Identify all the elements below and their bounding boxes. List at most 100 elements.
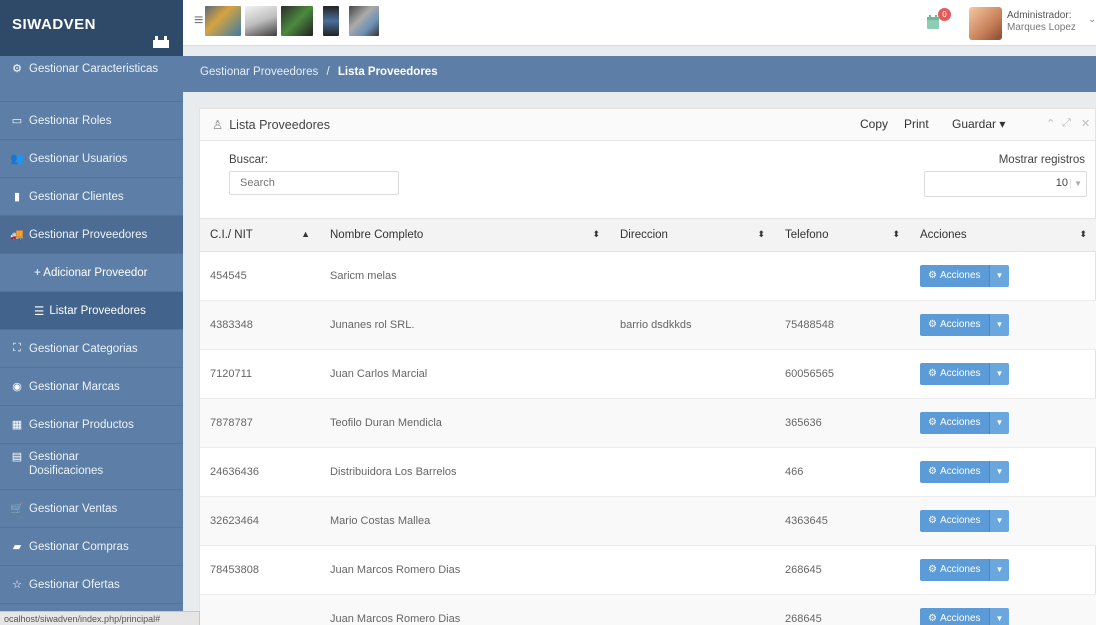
acciones-main[interactable]: ⚙ Acciones: [920, 412, 989, 434]
list-icon: ☰: [34, 305, 45, 318]
caret-down-icon[interactable]: ▼: [988, 559, 1010, 581]
tag-icon: ◉: [12, 381, 22, 393]
column-header-label: Direccion: [620, 229, 668, 241]
acciones-button[interactable]: ⚙ Acciones ▼: [920, 461, 1010, 483]
caret-down-icon[interactable]: ▼: [988, 265, 1010, 287]
breadcrumb-parent[interactable]: Gestionar Proveedores: [200, 66, 318, 78]
cell-nit: 454545: [200, 251, 320, 301]
cogs-icon: ⚙: [12, 63, 22, 75]
cell-telefono: 268645: [775, 545, 910, 595]
acciones-main[interactable]: ⚙ Acciones: [920, 559, 989, 581]
sidebar-item-label: Gestionar Roles: [29, 114, 112, 127]
close-icon[interactable]: ✕: [1081, 117, 1090, 130]
cell-acciones: ⚙ Acciones ▼: [910, 447, 1096, 497]
sidebar-item-label: Gestionar Ventas: [29, 502, 118, 515]
acciones-main[interactable]: ⚙ Acciones: [920, 510, 989, 532]
expand-icon[interactable]: ⤢: [1062, 117, 1071, 130]
table-row[interactable]: 7878787 Teofilo Duran Mendicla 365636 ⚙ Acci…: [200, 398, 1096, 448]
acciones-main[interactable]: ⚙ Acciones: [920, 265, 989, 287]
column-header-acciones[interactable]: Acciones ⬍: [910, 218, 1096, 252]
sidebar-item-productos[interactable]: ▦ Gestionar Productos: [0, 406, 183, 444]
cart-icon: 🛒: [10, 503, 24, 515]
acciones-button[interactable]: ⚙ Acciones ▼: [920, 559, 1010, 581]
acciones-button[interactable]: ⚙ Acciones ▼: [920, 363, 1010, 385]
table-row[interactable]: 7120711 Juan Carlos Marcial 60056565 ⚙ Accio…: [200, 349, 1096, 399]
acciones-label: Acciones: [939, 368, 981, 379]
caret-down-icon[interactable]: ▼: [988, 363, 1010, 385]
records-select[interactable]: 10 ▼: [924, 171, 1087, 197]
credit-card-icon: ▰: [12, 541, 22, 553]
table-row[interactable]: 32623464 Mario Costas Mallea 4363645 ⚙ Accio…: [200, 496, 1096, 546]
acciones-button[interactable]: ⚙ Acciones ▼: [920, 510, 1010, 532]
acciones-main[interactable]: ⚙ Acciones: [920, 461, 989, 483]
sidebar-item-usuarios[interactable]: 👥 Gestionar Usuarios: [0, 140, 183, 178]
acciones-button[interactable]: ⚙ Acciones ▼: [920, 412, 1010, 434]
column-header-direccion[interactable]: Direccion ⬍: [610, 218, 775, 252]
sort-icon: ⬍: [757, 229, 765, 239]
table-row[interactable]: 24636436 Distribuidora Los Barrelos 466 ⚙ Ac…: [200, 447, 1096, 497]
acciones-button[interactable]: ⚙ Acciones ▼: [920, 314, 1010, 336]
sidebar-item-clientes[interactable]: ▮ Gestionar Clientes: [0, 178, 183, 216]
acciones-label: Acciones: [939, 613, 981, 624]
sidebar-item-roles[interactable]: ▭ Gestionar Roles: [0, 102, 183, 140]
cell-nit: 7878787: [200, 398, 320, 448]
table-row[interactable]: 4383348 Junanes rol SRL. barrio dsdkkds 754…: [200, 300, 1096, 350]
cell-direccion: [610, 349, 775, 399]
sidebar-item-ventas[interactable]: 🛒 Gestionar Ventas: [0, 490, 183, 528]
avatar[interactable]: [969, 7, 1002, 40]
collapse-icon[interactable]: ⌃: [1046, 117, 1055, 130]
sidebar-subitem-listar-proveedores[interactable]: ☰ Listar Proveedores: [0, 292, 183, 330]
sitemap-icon: ⛶: [13, 342, 21, 354]
sidebar-item-proveedores[interactable]: 🚚 Gestionar Proveedores: [0, 216, 183, 254]
sidebar-item-label: Gestionar Proveedores: [29, 228, 148, 241]
caret-down-icon[interactable]: ▼: [988, 608, 1010, 625]
cell-telefono: 75488548: [775, 300, 910, 350]
proveedores-panel: ♙ Lista Proveedores Copy Print Guardar ▾ …: [199, 108, 1096, 625]
acciones-main[interactable]: ⚙ Acciones: [920, 363, 989, 385]
table-row[interactable]: 78453808 Juan Marcos Romero Dias 268645 ⚙ Ac…: [200, 545, 1096, 595]
sidebar-item-label: Gestionar Clientes: [29, 190, 124, 203]
notification-badge: 0: [938, 8, 951, 21]
acciones-main[interactable]: ⚙ Acciones: [920, 608, 989, 625]
column-header-label: Telefono: [785, 229, 829, 241]
gear-icon: ⚙: [928, 564, 937, 575]
acciones-main[interactable]: ⚙ Acciones: [920, 314, 989, 336]
acciones-button[interactable]: ⚙ Acciones ▼: [920, 608, 1010, 625]
cell-acciones: ⚙ Acciones ▼: [910, 594, 1096, 625]
sidebar-item-caracteristicas[interactable]: ⚙ Gestionar Caracteristicas: [0, 56, 183, 102]
caret-down-icon[interactable]: ▼: [988, 510, 1010, 532]
copy-button[interactable]: Copy: [860, 117, 888, 131]
cell-nombre: Teofilo Duran Mendicla: [320, 398, 610, 448]
gear-icon: ⚙: [928, 466, 937, 477]
column-header-label: Acciones: [920, 229, 967, 241]
caret-down-icon[interactable]: ▼: [988, 412, 1010, 434]
column-header-nombre[interactable]: Nombre Completo ⬍: [320, 218, 610, 252]
proveedores-table: C.I./ NIT ▲ Nombre Completo ⬍ Direccion ⬍ T…: [200, 218, 1096, 625]
cell-telefono: [775, 251, 910, 301]
caret-down-icon[interactable]: ▼: [988, 461, 1010, 483]
column-header-nit[interactable]: C.I./ NIT ▲: [200, 218, 320, 252]
cell-telefono: 60056565: [775, 349, 910, 399]
table-row[interactable]: 454545 Saricm melas ⚙ Acciones ▼: [200, 251, 1096, 301]
sidebar-item-marcas[interactable]: ◉ Gestionar Marcas: [0, 368, 183, 406]
table-row[interactable]: Juan Marcos Romero Dias 268645 ⚙ Acciones ▼: [200, 594, 1096, 625]
search-input[interactable]: [229, 171, 399, 195]
chevron-down-icon[interactable]: ⌄: [1088, 14, 1096, 25]
column-header-telefono[interactable]: Telefono ⬍: [775, 218, 910, 252]
print-button[interactable]: Print: [904, 117, 929, 131]
acciones-label: Acciones: [939, 466, 981, 477]
sidebar-item-categorias[interactable]: ⛶ Gestionar Categorias: [0, 330, 183, 368]
sidebar-item-ofertas[interactable]: ☆ Gestionar Ofertas: [0, 566, 183, 604]
cell-nit: 24636436: [200, 447, 320, 497]
sidebar-item-dosificaciones[interactable]: ▤ Gestionar Dosificaciones: [0, 444, 183, 490]
caret-down-icon[interactable]: ▼: [988, 314, 1010, 336]
sidebar-item-label: Gestionar Productos: [29, 418, 134, 431]
sidebar-item-compras[interactable]: ▰ Gestionar Compras: [0, 528, 183, 566]
sidebar-subitem-adicionar-proveedor[interactable]: + Adicionar Proveedor: [0, 254, 183, 292]
save-dropdown[interactable]: Guardar ▾: [952, 117, 1005, 131]
acciones-button[interactable]: ⚙ Acciones ▼: [920, 265, 1010, 287]
panel-title-text: Lista Proveedores: [229, 118, 330, 132]
user-outline-icon: ♙: [212, 118, 224, 132]
hamburger-icon[interactable]: ≡: [194, 12, 203, 30]
brand-logo[interactable]: SIWADVEN: [0, 0, 183, 56]
